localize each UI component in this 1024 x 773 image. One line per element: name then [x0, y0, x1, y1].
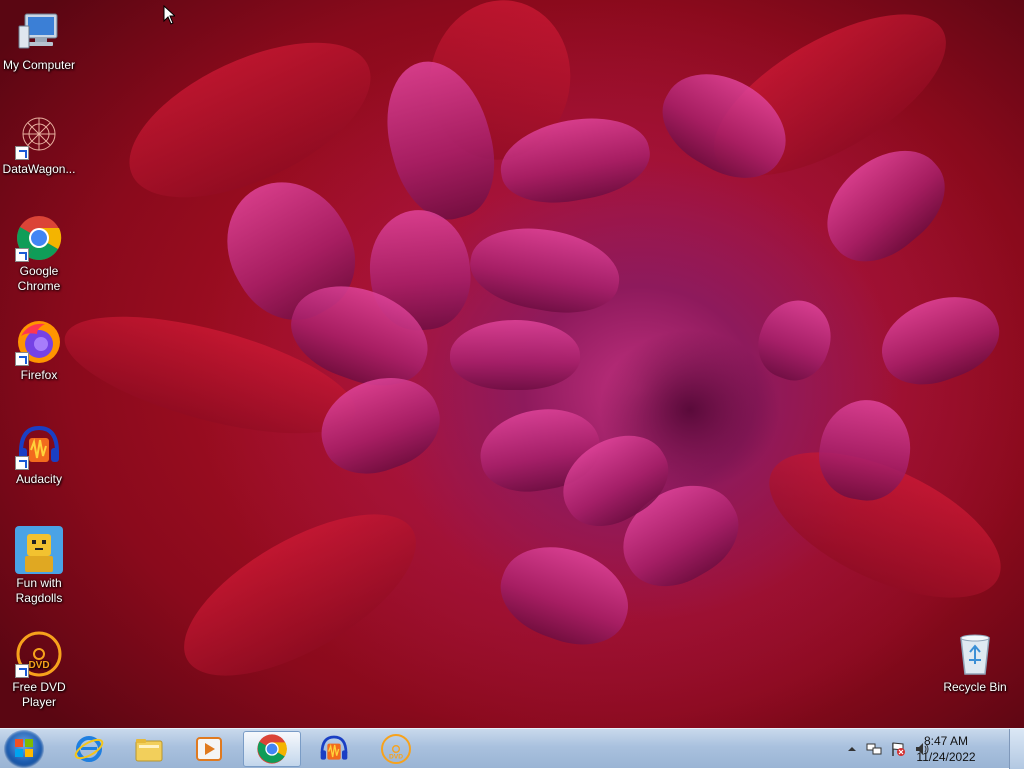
- desktop-icon-google-chrome[interactable]: Google Chrome: [0, 214, 78, 294]
- desktop-icon-label: Fun with Ragdolls: [15, 576, 63, 605]
- dvd-player-icon: DVD: [381, 734, 411, 764]
- desktop-icon-free-dvd-player[interactable]: DVD Free DVD Player: [0, 630, 78, 710]
- taskbar-internet-explorer[interactable]: [60, 731, 118, 767]
- action-center-flag-icon[interactable]: [890, 741, 906, 757]
- shortcut-arrow-icon: [15, 248, 29, 262]
- taskbar-file-explorer[interactable]: [120, 731, 178, 767]
- show-desktop-button[interactable]: [1009, 729, 1024, 769]
- windows-start-icon: [15, 739, 33, 757]
- shortcut-arrow-icon: [15, 146, 29, 160]
- taskbar-free-dvd-player[interactable]: DVD: [367, 731, 425, 767]
- desktop-icon-label: Google Chrome: [17, 264, 61, 293]
- chrome-icon: [15, 214, 63, 262]
- desktop-icon-datawagon[interactable]: DataWagon...: [0, 112, 78, 177]
- taskbar: DVD 8:47 AM 11/24/2022: [0, 728, 1024, 769]
- desktop-icon-label: Audacity: [15, 472, 63, 486]
- desktop-icon-my-computer[interactable]: My Computer: [0, 8, 78, 73]
- shortcut-arrow-icon: [15, 664, 29, 678]
- desktop-wallpaper: My Computer DataWagon... Google Chrome F…: [0, 0, 1024, 728]
- desktop-icon-label: DataWagon...: [2, 162, 76, 176]
- taskbar-clock[interactable]: 8:47 AM 11/24/2022: [906, 733, 986, 765]
- taskbar-audacity[interactable]: [305, 731, 363, 767]
- svg-text:DVD: DVD: [389, 753, 403, 760]
- computer-icon: [15, 8, 63, 56]
- firefox-icon: [15, 318, 63, 366]
- show-hidden-icons-arrow[interactable]: [844, 741, 860, 757]
- desktop-icon-recycle-bin[interactable]: Recycle Bin: [936, 630, 1014, 695]
- desktop-icon-label: Recycle Bin: [943, 680, 1007, 694]
- media-player-icon: [196, 737, 222, 761]
- desktop-icon-label: Free DVD Player: [12, 680, 66, 709]
- taskbar-media-player[interactable]: [180, 731, 238, 767]
- taskbar-google-chrome[interactable]: [243, 731, 301, 767]
- audacity-icon: [320, 735, 348, 760]
- dvd-player-icon: DVD: [15, 630, 63, 678]
- svg-text:DVD: DVD: [28, 660, 49, 671]
- datawagon-icon: [15, 112, 63, 160]
- desktop-icon-fun-with-ragdolls[interactable]: Fun with Ragdolls: [0, 526, 78, 606]
- clock-time: 8:47 AM: [923, 734, 969, 748]
- internet-explorer-icon: [74, 736, 104, 762]
- desktop-icon-label: Firefox: [20, 368, 58, 382]
- chrome-icon: [257, 734, 287, 764]
- shortcut-arrow-icon: [15, 352, 29, 366]
- recycle-bin-icon: [951, 630, 999, 678]
- ragdolls-icon: [15, 526, 63, 574]
- network-icon[interactable]: [866, 741, 882, 757]
- shortcut-arrow-icon: [15, 456, 29, 470]
- desktop-icon-firefox[interactable]: Firefox: [0, 318, 78, 383]
- audacity-icon: [15, 422, 63, 470]
- windows-start-button[interactable]: [4, 730, 44, 768]
- desktop-icon-audacity[interactable]: Audacity: [0, 422, 78, 487]
- file-explorer-icon: [135, 739, 163, 762]
- mouse-cursor-icon: [163, 5, 175, 25]
- desktop-icon-label: My Computer: [2, 58, 76, 72]
- clock-date: 11/24/2022: [916, 750, 976, 764]
